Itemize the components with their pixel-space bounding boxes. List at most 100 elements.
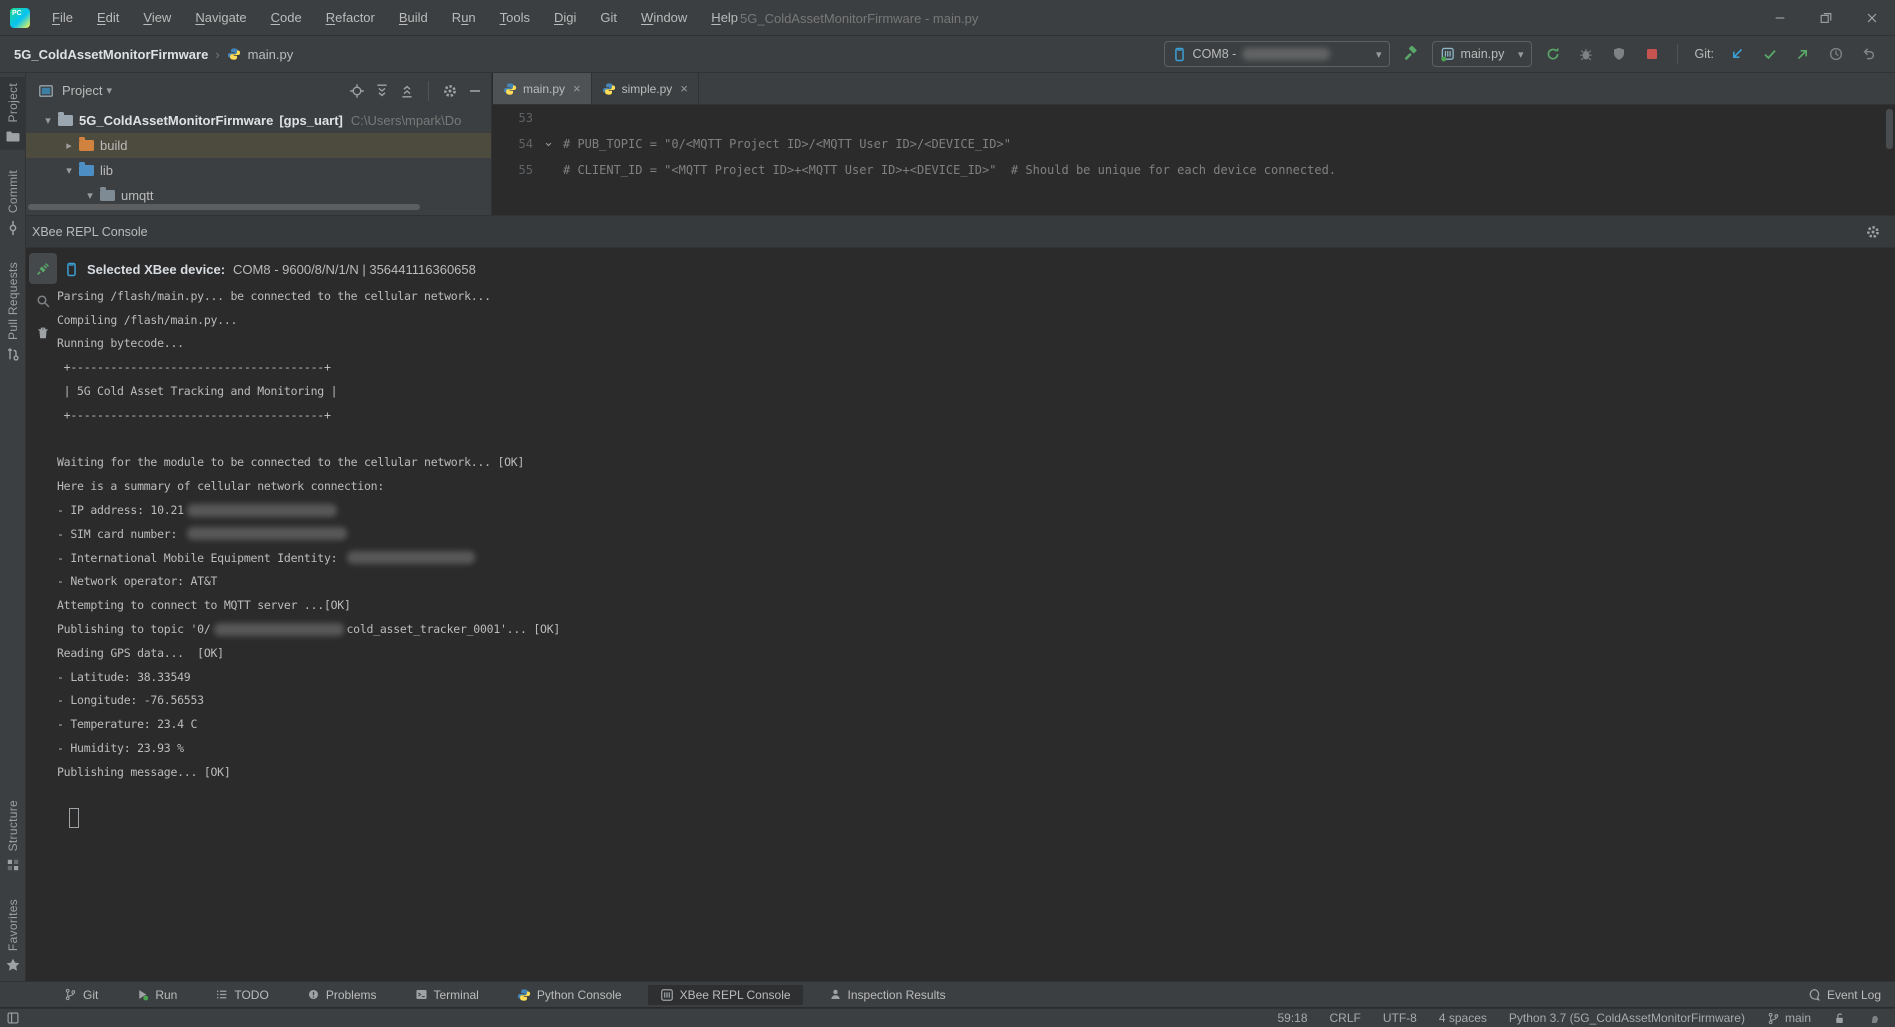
undo-icon xyxy=(1861,46,1877,62)
indent-widget[interactable]: 4 spaces xyxy=(1439,1011,1487,1025)
window-controls xyxy=(1757,0,1895,36)
console-line: +--------------------------------------+ xyxy=(57,403,560,427)
chevron-down-icon[interactable]: ▾ xyxy=(82,189,98,202)
folder-icon xyxy=(79,140,94,151)
console-text: +--------------------------------------+ xyxy=(57,360,331,374)
search-button[interactable] xyxy=(34,292,52,310)
tool-window-button-python-console[interactable]: Python Console xyxy=(505,985,634,1005)
close-tab-icon[interactable]: × xyxy=(680,81,688,96)
menu-edit[interactable]: Edit xyxy=(87,7,129,28)
unlock-icon[interactable] xyxy=(1833,1012,1846,1025)
git-commit-button[interactable] xyxy=(1758,42,1782,66)
build-button[interactable] xyxy=(1399,42,1423,66)
device-selector[interactable]: COM8 - ▾ xyxy=(1164,41,1390,67)
expand-all-icon[interactable] xyxy=(374,83,390,99)
stripe-item-commit[interactable]: Commit xyxy=(0,164,26,241)
history-button[interactable] xyxy=(1824,42,1848,66)
tree-item-5g_coldassetmonitorfirmware[interactable]: ▾5G_ColdAssetMonitorFirmware[gps_uart]C:… xyxy=(26,108,491,133)
git-update-button[interactable] xyxy=(1725,42,1749,66)
menu-code[interactable]: Code xyxy=(261,7,312,28)
chevron-down-icon[interactable]: ▾ xyxy=(61,164,77,177)
pycharm-window: PC FileEditViewNavigateCodeRefactorBuild… xyxy=(0,0,1895,1027)
caret-position-widget[interactable]: 59:18 xyxy=(1277,1011,1307,1025)
editor-tab-main-py[interactable]: main.py × xyxy=(493,73,592,104)
tree-item-build[interactable]: ▸build xyxy=(26,133,491,158)
stripe-item-pull-requests[interactable]: Pull Requests xyxy=(0,256,26,368)
menu-refactor[interactable]: Refactor xyxy=(316,7,385,28)
code-line-55: 55 # CLIENT_ID = "<MQTT Project ID>+<MQT… xyxy=(493,157,1895,183)
coverage-button[interactable] xyxy=(1607,42,1631,66)
encoding-widget[interactable]: UTF-8 xyxy=(1383,1011,1417,1025)
line-separator-widget[interactable]: CRLF xyxy=(1330,1011,1361,1025)
stripe-item-project[interactable]: Project xyxy=(0,77,26,150)
menu-git[interactable]: Git xyxy=(590,7,627,28)
connect-button[interactable] xyxy=(29,253,57,284)
console-line: - Network operator: AT&T xyxy=(57,570,560,594)
python-file-icon xyxy=(503,82,517,96)
editor-tab-simple-py[interactable]: simple.py × xyxy=(592,73,699,104)
rerun-button[interactable] xyxy=(1541,42,1565,66)
locate-icon[interactable] xyxy=(349,83,365,99)
tool-window-button-problems[interactable]: Problems xyxy=(295,985,389,1005)
clear-console-button[interactable] xyxy=(34,324,52,342)
close-button[interactable] xyxy=(1849,0,1895,36)
commit-icon xyxy=(5,220,21,236)
menu-build[interactable]: Build xyxy=(389,7,438,28)
stop-button[interactable] xyxy=(1640,42,1664,66)
console-line: - Humidity: 23.93 % xyxy=(57,736,560,760)
stripe-item-favorites[interactable]: Favorites xyxy=(0,893,26,979)
breadcrumb-project[interactable]: 5G_ColdAssetMonitorFirmware xyxy=(14,47,208,62)
tab-label: main.py xyxy=(523,82,565,96)
tool-window-button-git[interactable]: Git xyxy=(52,985,110,1005)
tool-window-button-xbee-repl-console[interactable]: XBee REPL Console xyxy=(648,985,803,1005)
code-editor[interactable]: 53 54 # PUB_TOPIC = "0/<MQTT Project ID>… xyxy=(493,105,1895,183)
editor-scrollbar[interactable] xyxy=(1886,109,1893,149)
git-push-button[interactable] xyxy=(1791,42,1815,66)
console-line: - IP address: 10.21 xyxy=(57,498,560,522)
tool-window-button-terminal[interactable]: Terminal xyxy=(403,985,491,1005)
menu-tools[interactable]: Tools xyxy=(490,7,540,28)
clock-icon xyxy=(1828,46,1844,62)
menu-navigate[interactable]: Navigate xyxy=(185,7,256,28)
stripe-item-structure[interactable]: Structure xyxy=(0,794,26,879)
breadcrumb-file[interactable]: main.py xyxy=(248,47,294,62)
tool-window-switcher-icon[interactable] xyxy=(6,1011,20,1025)
event-log-button[interactable]: Event Log xyxy=(1807,988,1895,1002)
restore-button[interactable] xyxy=(1803,0,1849,36)
chevron-down-icon[interactable]: ▾ xyxy=(106,84,112,97)
tree-item-lib[interactable]: ▾lib xyxy=(26,158,491,183)
inspection-profile-icon[interactable] xyxy=(1868,1012,1881,1025)
console-output[interactable]: Parsing /flash/main.py... be connected t… xyxy=(57,284,560,784)
hide-panel-icon[interactable] xyxy=(467,83,483,99)
collapse-all-icon[interactable] xyxy=(399,83,415,99)
horizontal-scrollbar[interactable] xyxy=(28,204,420,210)
menu-window[interactable]: Window xyxy=(631,7,697,28)
line-number: 54 xyxy=(493,137,533,151)
console-line: Running bytecode... xyxy=(57,332,560,356)
project-panel-title[interactable]: Project xyxy=(62,83,102,98)
menu-digi[interactable]: Digi xyxy=(544,7,586,28)
tool-window-button-todo[interactable]: TODO xyxy=(203,985,280,1005)
chevron-down-icon[interactable]: ▾ xyxy=(40,114,56,127)
xbee-device-icon xyxy=(1172,47,1187,62)
window-title: 5G_ColdAssetMonitorFirmware - main.py xyxy=(740,0,978,36)
menu-run[interactable]: Run xyxy=(442,7,486,28)
run-config-selector[interactable]: main.py ▾ xyxy=(1432,41,1532,67)
minimize-button[interactable] xyxy=(1757,0,1803,36)
git-branch-widget[interactable]: main xyxy=(1767,1011,1811,1025)
stop-icon xyxy=(1644,46,1660,62)
python-file-icon xyxy=(227,47,241,61)
rollback-button[interactable] xyxy=(1857,42,1881,66)
menu-file[interactable]: File xyxy=(42,7,83,28)
tool-window-button-inspection-results[interactable]: Inspection Results xyxy=(817,985,958,1005)
gear-icon[interactable] xyxy=(1865,224,1881,240)
tool-window-button-run[interactable]: Run xyxy=(124,985,189,1005)
chevron-right-icon[interactable]: ▸ xyxy=(61,139,77,152)
close-tab-icon[interactable]: × xyxy=(573,81,581,96)
interpreter-widget[interactable]: Python 3.7 (5G_ColdAssetMonitorFirmware) xyxy=(1509,1011,1745,1025)
run-toolbar: COM8 - ▾ main.py ▾ Git: xyxy=(1164,36,1881,72)
debug-button[interactable] xyxy=(1574,42,1598,66)
menu-view[interactable]: View xyxy=(133,7,181,28)
gear-icon[interactable] xyxy=(442,83,458,99)
fold-marker-icon[interactable] xyxy=(533,139,563,150)
